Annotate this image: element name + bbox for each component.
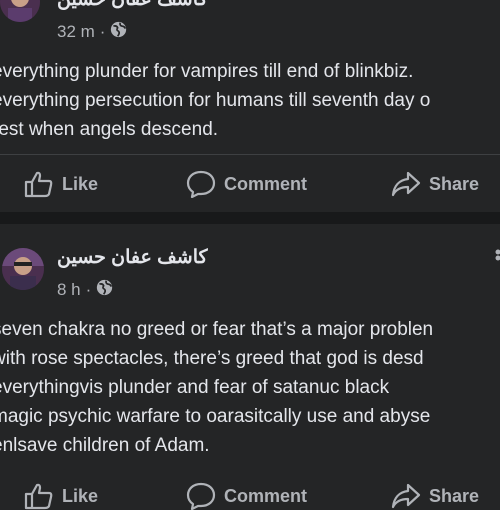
author-avatar[interactable] <box>2 248 44 290</box>
like-button[interactable]: Like <box>24 170 98 198</box>
comment-icon <box>186 170 216 198</box>
post-line: with rose spectacles, there’s greed that… <box>0 344 500 373</box>
post-meta: 32 m · <box>57 21 127 43</box>
share-icon <box>391 170 421 198</box>
share-button[interactable]: Share <box>391 170 479 198</box>
author-name[interactable]: كاشف عفان حسين <box>57 0 208 11</box>
like-button[interactable]: Like <box>24 482 98 510</box>
author-avatar[interactable] <box>0 0 40 22</box>
share-button[interactable]: Share <box>391 482 479 510</box>
share-label: Share <box>429 174 479 195</box>
share-icon <box>391 482 421 510</box>
globe-icon <box>96 279 113 301</box>
post-separator <box>0 212 500 224</box>
post-1: كاشف عفان حسين 32 m · everything plunder… <box>0 0 500 212</box>
divider <box>0 154 500 155</box>
post-line: rest when angels descend. <box>0 115 500 144</box>
post-time[interactable]: 8 h <box>57 280 81 300</box>
thumbs-up-icon <box>24 170 54 198</box>
like-label: Like <box>62 486 98 507</box>
post-meta: 8 h · <box>57 279 113 301</box>
globe-icon <box>110 21 127 43</box>
post-line: everything persecution for humans till s… <box>0 86 500 115</box>
comment-button[interactable]: Comment <box>186 170 307 198</box>
post-line: enlsave children of Adam. <box>0 431 500 460</box>
comment-label: Comment <box>224 486 307 507</box>
post-2: كاشف عفان حسين 8 h · seven chakra no gre… <box>0 224 500 500</box>
like-label: Like <box>62 174 98 195</box>
comment-icon <box>186 482 216 510</box>
thumbs-up-icon <box>24 482 54 510</box>
share-label: Share <box>429 486 479 507</box>
post-body: everything plunder for vampires till end… <box>0 57 500 144</box>
author-name[interactable]: كاشف عفان حسين <box>57 246 208 269</box>
comment-button[interactable]: Comment <box>186 482 307 510</box>
post-line: everythingvis plunder and fear of satanu… <box>0 373 500 402</box>
post-line: everything plunder for vampires till end… <box>0 57 500 86</box>
comment-label: Comment <box>224 174 307 195</box>
post-time[interactable]: 32 m <box>57 22 95 42</box>
post-line: seven chakra no greed or fear that’s a m… <box>0 315 500 344</box>
meta-separator: · <box>100 22 106 42</box>
more-options-icon[interactable] <box>488 248 500 268</box>
post-body: seven chakra no greed or fear that’s a m… <box>0 315 500 460</box>
post-line: magic psychic warfare to oarasitcally us… <box>0 402 500 431</box>
meta-separator: · <box>86 280 92 300</box>
